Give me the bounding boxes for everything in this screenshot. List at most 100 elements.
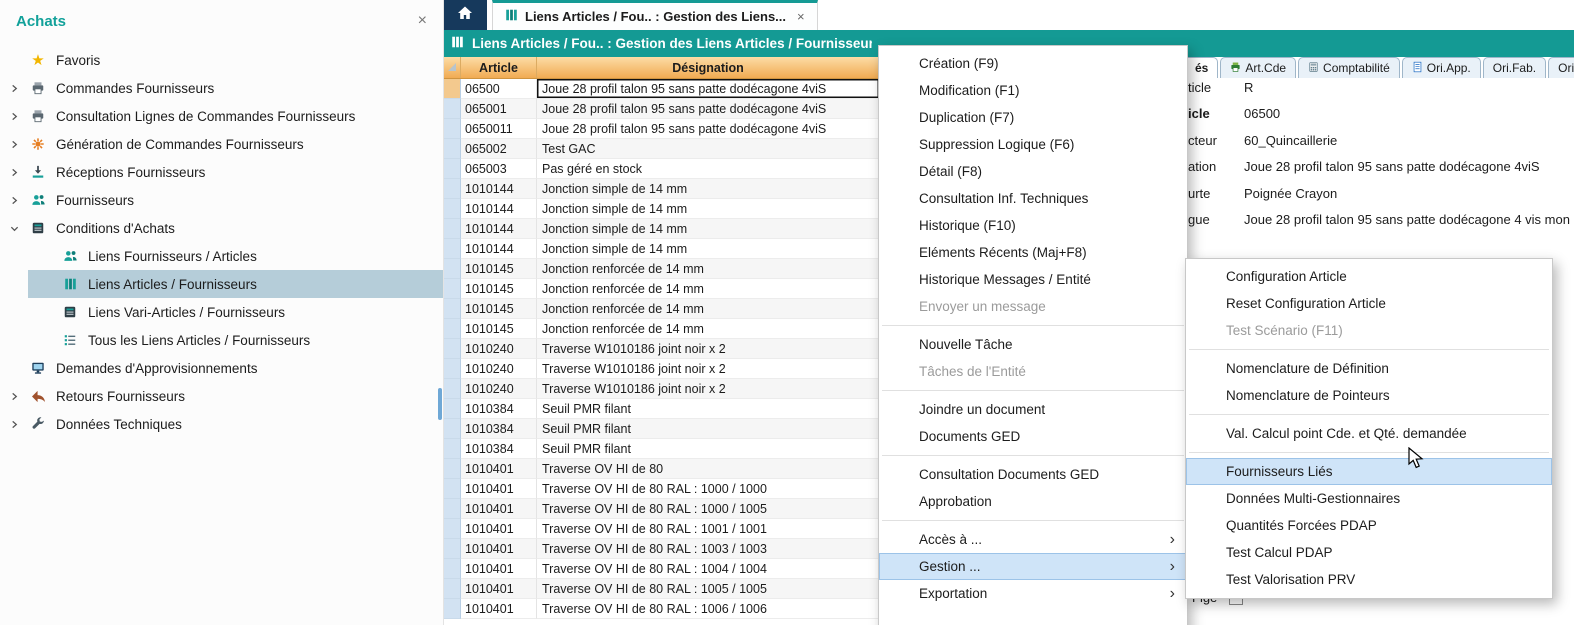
chevron-collapsed-icon[interactable] [10,420,27,429]
sidebar-item-receptions-fournisseurs[interactable]: Réceptions Fournisseurs [0,158,443,186]
submenu-item-val-calcul-point-cde-et-qte-demandee[interactable]: Val. Calcul point Cde. et Qté. demandée [1186,420,1552,447]
cell-designation[interactable]: Seuil PMR filant [537,419,880,439]
menu-item-gestion[interactable]: Gestion ...› [879,553,1187,580]
menu-item-taches-de-l-entite[interactable]: Tâches de l'Entité [879,358,1187,385]
sidebar-item-favoris[interactable]: ★Favoris [0,46,443,74]
table-row[interactable]: 1010401Traverse OV HI de 80 RAL : 1005 /… [443,579,880,599]
row-selector-cell[interactable] [443,519,461,539]
cell-designation[interactable]: Jonction simple de 14 mm [537,219,880,239]
sidebar-item-consultation-lignes-de-commandes-fournisseurs[interactable]: Consultation Lignes de Commandes Fournis… [0,102,443,130]
cell-designation[interactable]: Jonction renforcée de 14 mm [537,279,880,299]
cell-article[interactable]: 1010384 [461,439,537,459]
table-row[interactable]: 1010384Seuil PMR filant [443,419,880,439]
table-row[interactable]: 1010240Traverse W1010186 joint noir x 2 [443,379,880,399]
cell-article[interactable]: 1010144 [461,179,537,199]
table-row[interactable]: 1010144Jonction simple de 14 mm [443,179,880,199]
cell-article[interactable]: 1010240 [461,339,537,359]
cell-designation[interactable]: Jonction renforcée de 14 mm [537,259,880,279]
cell-article[interactable]: 06500 [461,79,537,99]
cell-designation[interactable]: Traverse W1010186 joint noir x 2 [537,379,880,399]
cell-designation[interactable]: Seuil PMR filant [537,439,880,459]
table-row[interactable]: 1010144Jonction simple de 14 mm [443,199,880,219]
table-row[interactable]: 1010145Jonction renforcée de 14 mm [443,319,880,339]
row-selector-cell[interactable] [443,119,461,139]
cell-article[interactable]: 1010145 [461,319,537,339]
submenu-item-reset-configuration-article[interactable]: Reset Configuration Article [1186,290,1552,317]
row-selector-cell[interactable] [443,139,461,159]
sidebar-item-liens-fournisseurs-articles[interactable]: Liens Fournisseurs / Articles [0,242,443,270]
table-row[interactable]: 1010144Jonction simple de 14 mm [443,239,880,259]
sidebar-item-liens-vari-articles-fournisseurs[interactable]: Liens Vari-Articles / Fournisseurs [0,298,443,326]
sidebar-item-fournisseurs[interactable]: Fournisseurs [0,186,443,214]
sidebar-item-retours-fournisseurs[interactable]: Retours Fournisseurs [0,382,443,410]
submenu-item-nomenclature-de-definition[interactable]: Nomenclature de Définition [1186,355,1552,382]
table-row[interactable]: 1010145Jonction renforcée de 14 mm [443,259,880,279]
menu-item-historique-messages-entite[interactable]: Historique Messages / Entité [879,266,1187,293]
menu-item-exportation[interactable]: Exportation› [879,580,1187,607]
menu-item-detail-f8[interactable]: Détail (F8) [879,158,1187,185]
table-row[interactable]: 1010384Seuil PMR filant [443,439,880,459]
table-row[interactable]: 065002Test GAC [443,139,880,159]
row-selector-cell[interactable] [443,299,461,319]
cell-article[interactable]: 1010240 [461,379,537,399]
cell-article[interactable]: 1010144 [461,219,537,239]
row-selector-cell[interactable] [443,159,461,179]
row-selector-cell[interactable] [443,459,461,479]
cell-designation[interactable]: Traverse OV HI de 80 RAL : 1000 / 1000 [537,479,880,499]
cell-designation[interactable]: Jonction simple de 14 mm [537,179,880,199]
cell-article[interactable]: 1010384 [461,399,537,419]
cell-article[interactable]: 065001 [461,99,537,119]
row-selector-cell[interactable] [443,379,461,399]
submenu-item-quantites-forcees-pdap[interactable]: Quantités Forcées PDAP [1186,512,1552,539]
cell-designation[interactable]: Traverse OV HI de 80 RAL : 1004 / 1004 [537,559,880,579]
table-row[interactable]: 1010401Traverse OV HI de 80 RAL : 1003 /… [443,539,880,559]
chevron-collapsed-icon[interactable] [10,196,27,205]
sidebar-item-commandes-fournisseurs[interactable]: Commandes Fournisseurs [0,74,443,102]
column-header-article[interactable]: Article [461,57,537,78]
column-header-designation[interactable]: Désignation [537,57,880,78]
cell-designation[interactable]: Joue 28 profil talon 95 sans patte dodéc… [537,79,880,99]
cell-article[interactable]: 1010401 [461,559,537,579]
cell-article[interactable]: 1010401 [461,599,537,619]
row-selector-cell[interactable] [443,239,461,259]
menu-item-acces-a[interactable]: Accès à ...› [879,526,1187,553]
row-selector-cell[interactable] [443,79,461,99]
row-selector-cell[interactable] [443,419,461,439]
cell-designation[interactable]: Traverse OV HI de 80 RAL : 1005 / 1005 [537,579,880,599]
sidebar-item-donnees-techniques[interactable]: Données Techniques [0,410,443,438]
row-selector-cell[interactable] [443,319,461,339]
row-selector-cell[interactable] [443,339,461,359]
cell-designation[interactable]: Traverse OV HI de 80 RAL : 1006 / 1006 [537,599,880,619]
cell-designation[interactable]: Traverse OV HI de 80 [537,459,880,479]
table-row[interactable]: 0650011Joue 28 profil talon 95 sans patt… [443,119,880,139]
table-row[interactable]: 1010240Traverse W1010186 joint noir x 2 [443,339,880,359]
row-selector-cell[interactable] [443,99,461,119]
row-selector-cell[interactable] [443,579,461,599]
cell-designation[interactable]: Jonction renforcée de 14 mm [537,299,880,319]
table-row[interactable]: 1010401Traverse OV HI de 80 RAL : 1000 /… [443,499,880,519]
submenu-item-configuration-article[interactable]: Configuration Article [1186,263,1552,290]
table-row[interactable]: 1010401Traverse OV HI de 80 [443,459,880,479]
submenu-item-fournisseurs-lies[interactable]: Fournisseurs Liés [1186,458,1552,485]
table-row[interactable]: 1010145Jonction renforcée de 14 mm [443,299,880,319]
cell-designation[interactable]: Traverse OV HI de 80 RAL : 1003 / 1003 [537,539,880,559]
table-row[interactable]: 06500Joue 28 profil talon 95 sans patte … [443,79,880,99]
cell-article[interactable]: 1010401 [461,539,537,559]
table-row[interactable]: 1010240Traverse W1010186 joint noir x 2 [443,359,880,379]
menu-item-historique-f10[interactable]: Historique (F10) [879,212,1187,239]
cell-article[interactable]: 065003 [461,159,537,179]
row-selector-cell[interactable] [443,479,461,499]
cell-designation[interactable]: Traverse W1010186 joint noir x 2 [537,339,880,359]
cell-designation[interactable]: Jonction simple de 14 mm [537,239,880,259]
cell-designation[interactable]: Traverse OV HI de 80 RAL : 1000 / 1005 [537,499,880,519]
row-selector-cell[interactable] [443,539,461,559]
table-row[interactable]: 1010145Jonction renforcée de 14 mm [443,279,880,299]
row-selector-cell[interactable] [443,259,461,279]
cell-designation[interactable]: Traverse OV HI de 80 RAL : 1001 / 1001 [537,519,880,539]
cell-article[interactable]: 0650011 [461,119,537,139]
cell-designation[interactable]: Jonction simple de 14 mm [537,199,880,219]
menu-item-approbation[interactable]: Approbation [879,488,1187,515]
chevron-collapsed-icon[interactable] [10,140,27,149]
chevron-collapsed-icon[interactable] [10,112,27,121]
menu-item-joindre-un-document[interactable]: Joindre un document [879,396,1187,423]
